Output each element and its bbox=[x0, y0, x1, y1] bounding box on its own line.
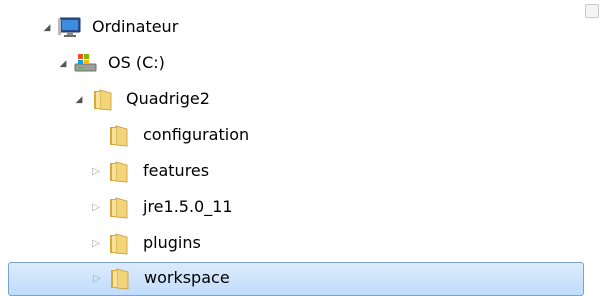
expand-arrow-icon[interactable]: ◢ bbox=[58, 59, 68, 69]
tree-item-features[interactable]: ▷ features bbox=[0, 154, 590, 190]
expand-arrow-icon[interactable]: ◢ bbox=[74, 95, 84, 105]
folder-icon bbox=[109, 267, 131, 290]
expand-arrow-icon[interactable]: ◢ bbox=[42, 23, 52, 33]
folder-tree: ◢ Ordinateur ◢ OS (C:) ◢ Quadrige2 confi… bbox=[0, 0, 603, 296]
tree-item-configuration[interactable]: configuration bbox=[0, 118, 590, 154]
tree-item-computer[interactable]: ◢ Ordinateur bbox=[0, 10, 590, 46]
tree-item-label: Ordinateur bbox=[92, 17, 179, 36]
tree-item-quadrige2[interactable]: ◢ Quadrige2 bbox=[0, 82, 590, 118]
scrollbar-thumb[interactable] bbox=[585, 4, 599, 18]
tree-item-jre[interactable]: ▷ jre1.5.0_11 bbox=[0, 190, 590, 226]
folder-icon bbox=[108, 196, 130, 219]
tree-item-plugins[interactable]: ▷ plugins bbox=[0, 226, 590, 262]
drive-icon bbox=[74, 52, 97, 74]
tree-item-label: configuration bbox=[143, 125, 250, 144]
tree-item-label: workspace bbox=[144, 268, 230, 287]
collapse-arrow-icon[interactable]: ▷ bbox=[92, 274, 102, 284]
tree-item-label: OS (C:) bbox=[108, 53, 165, 72]
collapse-arrow-icon[interactable]: ▷ bbox=[91, 239, 101, 249]
tree-item-label: plugins bbox=[143, 233, 201, 252]
collapse-arrow-icon[interactable]: ▷ bbox=[91, 203, 101, 213]
folder-icon bbox=[108, 124, 130, 147]
collapse-arrow-icon[interactable]: ▷ bbox=[91, 167, 101, 177]
tree-item-label: Quadrige2 bbox=[126, 89, 210, 108]
tree-item-label: jre1.5.0_11 bbox=[143, 197, 233, 216]
folder-icon bbox=[92, 88, 114, 111]
tree-item-label: features bbox=[143, 161, 210, 180]
tree-item-workspace[interactable]: ▷ workspace bbox=[8, 262, 584, 296]
computer-icon bbox=[58, 16, 81, 38]
tree-item-drive[interactable]: ◢ OS (C:) bbox=[0, 46, 590, 82]
folder-icon bbox=[108, 160, 130, 183]
folder-icon bbox=[108, 232, 130, 255]
